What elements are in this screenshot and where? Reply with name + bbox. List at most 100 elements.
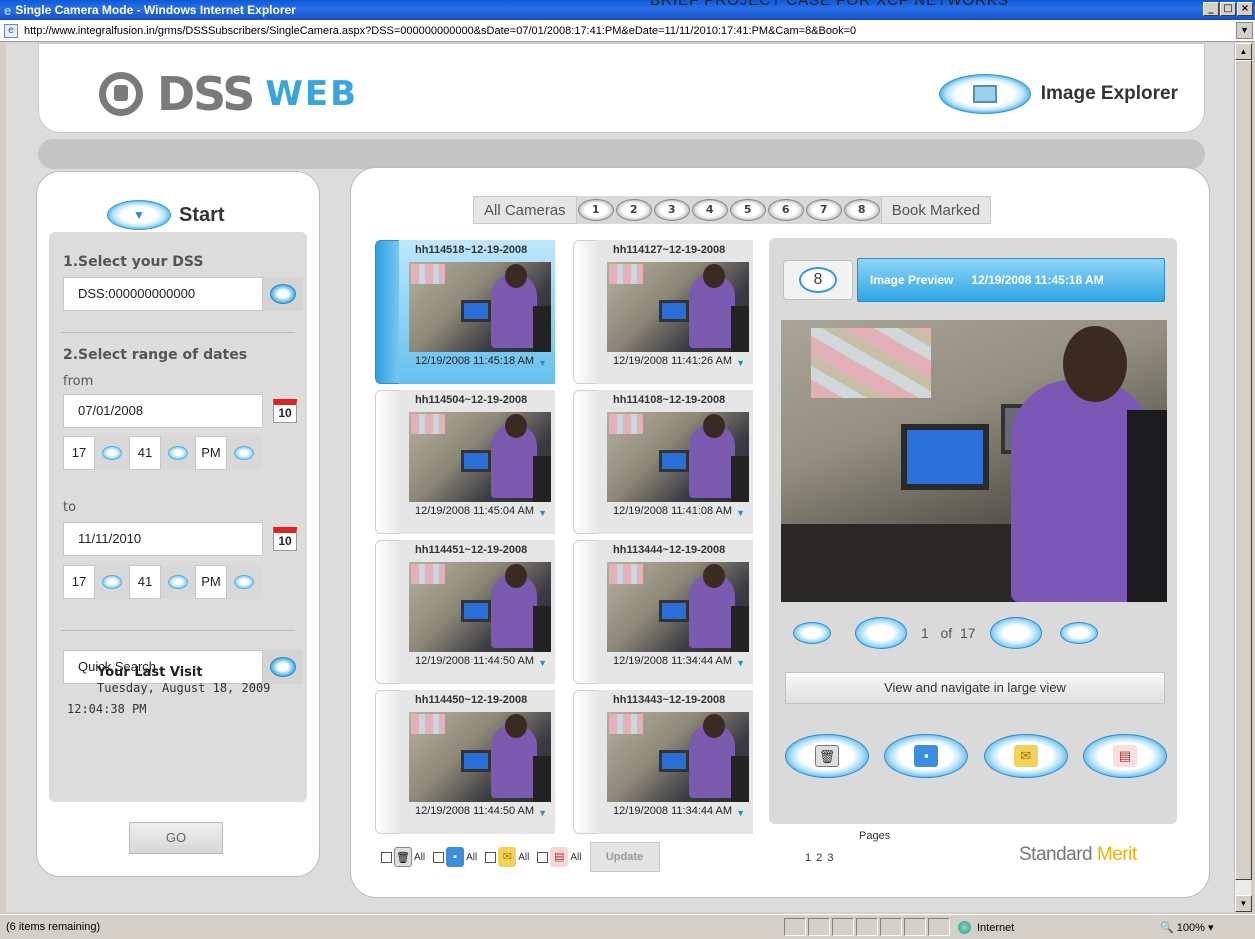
first-page-icon[interactable]: |◀	[793, 622, 831, 644]
address-dropdown-button[interactable]: ▼	[1236, 22, 1253, 39]
preview-image[interactable]	[781, 320, 1167, 602]
close-button[interactable]: ×	[1237, 2, 1253, 16]
thumbnail-body[interactable]: hh114518~12-19-2008 12/19/2008 11:45:18 A…	[399, 240, 555, 384]
zoom-level[interactable]: 🔍 100% ▾	[1160, 921, 1214, 934]
delete-all-checkbox[interactable]	[381, 851, 392, 863]
from-minute-spinner[interactable]: ▼	[161, 436, 195, 470]
page-links[interactable]: 1 2 3	[805, 852, 834, 864]
from-hour-spinner[interactable]: ▼	[95, 436, 129, 470]
thumbnail-body[interactable]: hh114127~12-19-2008 12/19/2008 11:41:26 A…	[597, 240, 753, 384]
tab-camera-3[interactable]: 3	[653, 199, 690, 221]
to-hour-spinner[interactable]: ▼	[95, 565, 129, 599]
tab-camera-2[interactable]: 2	[615, 199, 652, 221]
bookmark-all-checkbox[interactable]	[537, 851, 549, 863]
chevron-down-icon[interactable]: ▼	[538, 808, 547, 818]
thumbnail-body[interactable]: hh113444~12-19-2008 12/19/2008 11:34:44 A…	[597, 540, 753, 684]
thumbnail-image[interactable]	[607, 712, 749, 802]
thumbnail-image[interactable]	[409, 412, 551, 502]
thumbnail-card[interactable]: hh114451~12-19-2008 12/19/2008 11:44:50 A…	[375, 540, 555, 684]
chevron-down-icon[interactable]: ▼	[538, 658, 547, 668]
security-zone[interactable]: Internet	[958, 921, 1014, 934]
thumbnail-image[interactable]	[607, 562, 749, 652]
dss-dropdown-button[interactable]: ▼	[263, 277, 303, 311]
thumbnail-card[interactable]: hh113444~12-19-2008 12/19/2008 11:34:44 A…	[573, 540, 753, 684]
tab-camera-7[interactable]: 7	[805, 199, 842, 221]
to-minute-spinner[interactable]: ▼	[161, 565, 195, 599]
image-explorer-link[interactable]: Image Explorer	[938, 74, 1178, 114]
dss-select[interactable]: DSS:000000000000	[63, 277, 263, 311]
chevron-down-icon[interactable]: ▼	[736, 358, 745, 368]
previous-arrow-icon[interactable]: ◀	[855, 617, 907, 649]
from-minute-field[interactable]: 41	[129, 436, 161, 470]
tab-book-marked[interactable]: Book Marked	[880, 196, 992, 224]
thumbnail-body[interactable]: hh114504~12-19-2008 12/19/2008 11:45:04 A…	[399, 390, 555, 534]
bulk-all-label: All	[466, 851, 478, 863]
quick-search-dropdown-button[interactable]: ▼	[263, 650, 303, 684]
thumbnail-card[interactable]: hh114108~12-19-2008 12/19/2008 11:41:08 A…	[573, 390, 753, 534]
minimize-button[interactable]: _	[1203, 2, 1219, 16]
update-button[interactable]: Update	[589, 842, 660, 872]
thumbnail-body[interactable]: hh113443~12-19-2008 12/19/2008 11:34:44 A…	[597, 690, 753, 834]
email-button[interactable]: ✉	[983, 734, 1068, 778]
save-button[interactable]: ▪	[884, 734, 969, 778]
thumbnail-card[interactable]: hh114450~12-19-2008 12/19/2008 11:44:50 A…	[375, 690, 555, 834]
thumbnail-body[interactable]: hh114108~12-19-2008 12/19/2008 11:41:08 A…	[597, 390, 753, 534]
address-bar[interactable]: e http://www.integralfusion.in/grms/DSSS…	[0, 20, 1255, 42]
start-header[interactable]: ▼ Start	[107, 200, 225, 230]
scroll-thumb[interactable]	[1235, 60, 1252, 880]
chevron-down-icon[interactable]: ▼	[107, 200, 171, 230]
email-all-checkbox[interactable]	[485, 851, 497, 863]
maximize-button[interactable]: □	[1220, 2, 1236, 16]
vertical-scrollbar[interactable]: ▲ ▼	[1234, 43, 1252, 912]
chevron-down-icon[interactable]: ▼	[736, 508, 745, 518]
from-ampm-spinner[interactable]: ▼	[227, 436, 261, 470]
image-explorer-icon[interactable]	[938, 74, 1031, 114]
to-date-field[interactable]: 11/11/2010	[63, 522, 263, 556]
chevron-down-icon[interactable]: ▼	[736, 808, 745, 818]
next-arrow-icon[interactable]: ▶	[989, 617, 1042, 649]
to-ampm-spinner[interactable]: ▼	[227, 565, 261, 599]
thumbnail-card[interactable]: hh114504~12-19-2008 12/19/2008 11:45:04 A…	[375, 390, 555, 534]
go-button[interactable]: GO	[129, 822, 223, 854]
save-all-checkbox[interactable]	[433, 851, 445, 863]
tab-camera-1[interactable]: 1	[577, 199, 614, 221]
dss-web-logo[interactable]: DSS WEB	[99, 71, 358, 117]
thumbnail-image[interactable]	[409, 562, 551, 652]
last-visit-date: Tuesday, August 18, 2009	[97, 681, 271, 695]
chevron-down-icon[interactable]: ▼	[538, 358, 547, 368]
scroll-up-icon[interactable]: ▲	[1235, 43, 1252, 60]
large-view-button[interactable]: View and navigate in large view	[785, 672, 1165, 704]
thumbnail-card[interactable]: hh114127~12-19-2008 12/19/2008 11:41:26 A…	[573, 240, 753, 384]
from-date-field[interactable]: 07/01/2008	[63, 394, 263, 428]
from-ampm-field[interactable]: PM	[195, 436, 227, 470]
camera-number: 8	[799, 267, 837, 293]
tab-camera-8[interactable]: 8	[843, 199, 880, 221]
thumbnail-body[interactable]: hh114450~12-19-2008 12/19/2008 11:44:50 A…	[399, 690, 555, 834]
tab-all-cameras[interactable]: All Cameras	[473, 196, 577, 224]
thumbnail-image[interactable]	[607, 262, 749, 352]
to-ampm-field[interactable]: PM	[195, 565, 227, 599]
thumbnail-card[interactable]: hh114518~12-19-2008 12/19/2008 11:45:18 A…	[375, 240, 555, 384]
image-preview-panel: 8 Image Preview 12/19/2008 11:45:18 AM |…	[769, 238, 1177, 824]
image-explorer-label[interactable]: Image Explorer	[1041, 83, 1178, 105]
to-minute-field[interactable]: 41	[129, 565, 161, 599]
tab-camera-4[interactable]: 4	[691, 199, 728, 221]
from-calendar-button[interactable]: 10	[265, 394, 305, 428]
scroll-down-icon[interactable]: ▼	[1235, 895, 1252, 912]
delete-button[interactable]: 🗑	[785, 734, 869, 778]
last-page-icon[interactable]: ▶|	[1059, 622, 1098, 644]
tab-camera-6[interactable]: 6	[767, 199, 804, 221]
to-calendar-button[interactable]: 10	[265, 522, 305, 556]
bookmark-button[interactable]: ▤	[1082, 734, 1167, 778]
to-hour-field[interactable]: 17	[63, 565, 95, 599]
tab-camera-5[interactable]: 5	[729, 199, 766, 221]
url-text[interactable]: http://www.integralfusion.in/grms/DSSSub…	[24, 25, 856, 37]
thumbnail-image[interactable]	[409, 262, 551, 352]
thumbnail-image[interactable]	[409, 712, 551, 802]
chevron-down-icon[interactable]: ▼	[736, 658, 745, 668]
from-hour-field[interactable]: 17	[63, 436, 95, 470]
thumbnail-card[interactable]: hh113443~12-19-2008 12/19/2008 11:34:44 A…	[573, 690, 753, 834]
thumbnail-image[interactable]	[607, 412, 749, 502]
chevron-down-icon[interactable]: ▼	[538, 508, 547, 518]
thumbnail-body[interactable]: hh114451~12-19-2008 12/19/2008 11:44:50 A…	[399, 540, 555, 684]
